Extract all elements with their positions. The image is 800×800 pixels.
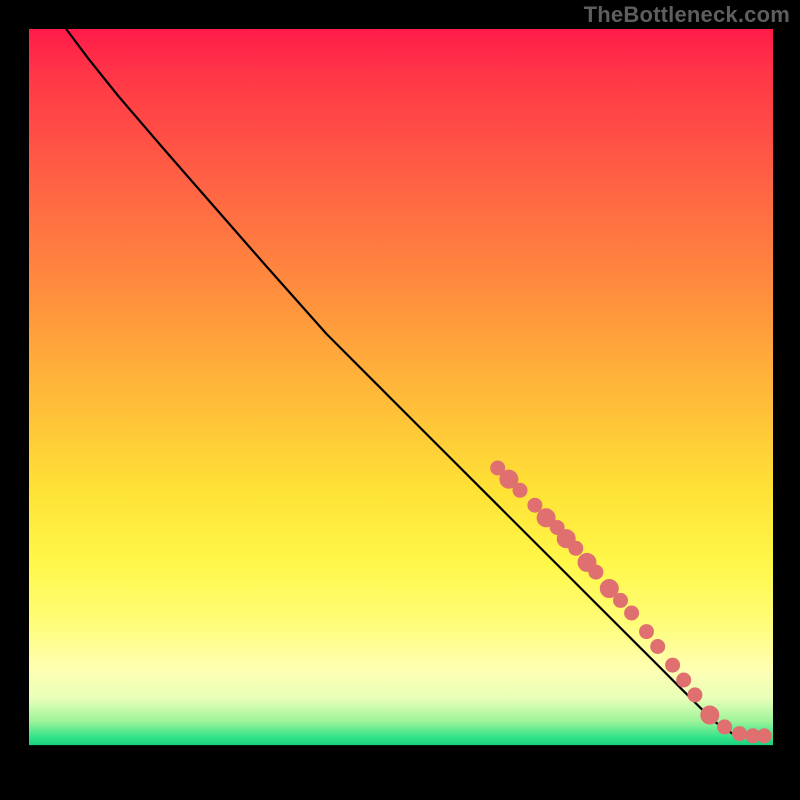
data-point (640, 625, 654, 639)
marker-layer (491, 461, 771, 743)
data-point (651, 640, 665, 654)
data-point (569, 541, 583, 555)
data-point (625, 606, 639, 620)
data-point (528, 498, 542, 512)
data-point (688, 688, 702, 702)
data-point (701, 706, 719, 724)
bottleneck-curve (66, 29, 765, 737)
data-point (614, 593, 628, 607)
data-point (757, 729, 771, 743)
data-point (733, 727, 747, 741)
data-point (718, 720, 732, 734)
chart-svg (29, 29, 773, 773)
data-point (666, 658, 680, 672)
data-point (589, 565, 603, 579)
data-point (677, 673, 691, 687)
chart-frame: TheBottleneck.com (0, 0, 800, 800)
data-point (513, 483, 527, 497)
watermark-text: TheBottleneck.com (584, 2, 790, 28)
